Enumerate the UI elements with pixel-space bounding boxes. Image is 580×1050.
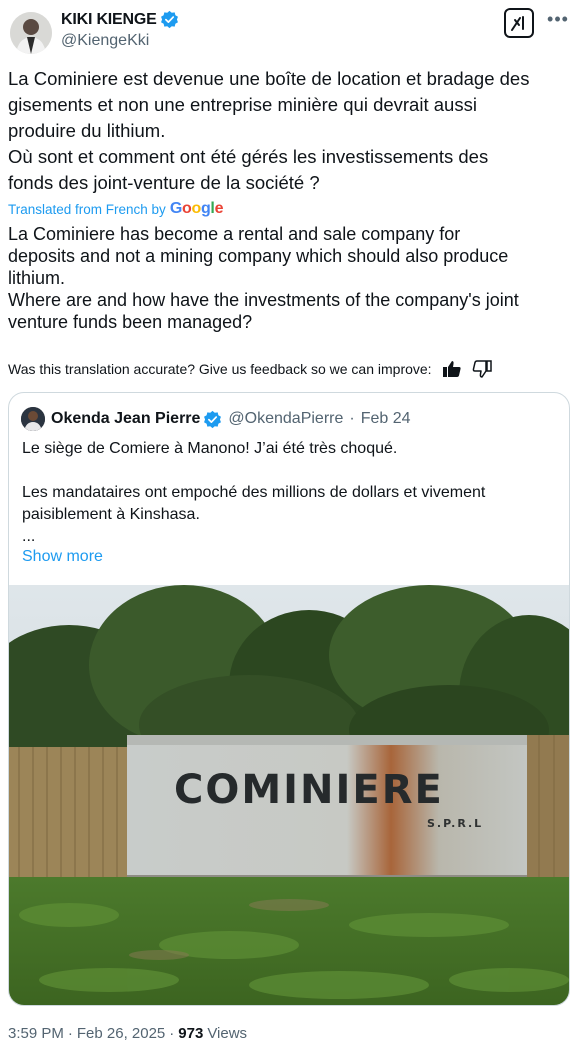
views-label: Views [207,1025,248,1042]
verified-badge-icon [160,10,178,29]
tweet-original-text: La Cominiere est devenue une boîte de lo… [8,68,530,193]
tweet-header: KIKI KIENGE @KiengeKki ••• [8,8,572,54]
tweet-time[interactable]: 3:59 PM [8,1025,64,1042]
quoted-tweet-text: Le siège de Comiere à Manono! J’ai été t… [22,440,486,545]
author-handle[interactable]: @KiengeKki [61,32,149,50]
quoted-author-name: Okenda Jean Pierre [51,410,201,427]
feedback-prompt: Was this translation accurate? Give us f… [8,361,432,377]
grok-button[interactable] [504,8,534,38]
author-avatar[interactable] [10,12,52,54]
more-options-button[interactable]: ••• [546,9,570,32]
translated-from-label: Translated from French by [8,201,166,217]
quoted-author-avatar [21,407,45,431]
quoted-tweet-photo[interactable]: COMINIERE S.P.R.L [9,585,569,1006]
translation-feedback: Was this translation accurate? Give us f… [8,360,492,378]
thumbs-up-icon[interactable] [442,360,462,378]
photo-sign-text: COMINIERE [174,767,444,813]
tweet-date[interactable]: Feb 26, 2025 [77,1025,165,1042]
tweet-translation-text: La Cominiere has become a rental and sal… [8,224,519,332]
author-name-row[interactable]: KIKI KIENGE [61,10,179,29]
show-more-link[interactable]: Show more [22,548,103,566]
translation-attribution[interactable]: Translated from French by Google [8,200,223,218]
quoted-avatar-image [21,407,45,431]
thumbs-down-icon[interactable] [472,360,492,378]
author-name[interactable]: KIKI KIENGE [61,11,157,29]
photo-sign-subtext: S.P.R.L [427,817,483,830]
footer-separator: · [67,1025,73,1042]
quoted-tweet[interactable]: Okenda Jean Pierre @OkendaPierre · Feb 2… [8,392,570,1006]
author-avatar-image [10,12,52,54]
google-logo: Google [169,200,224,217]
more-icon: ••• [547,9,569,29]
quoted-date: Feb 24 [360,410,411,427]
quoted-tweet-header: Okenda Jean Pierre @OkendaPierre · Feb 2… [21,407,411,431]
quoted-separator: · [349,410,355,427]
quoted-author-handle: @OkendaPierre [228,410,344,427]
views-count: 973 [178,1025,204,1042]
tweet-footer: 3:59 PM · Feb 26, 2025 · 973 Views [8,1025,247,1042]
footer-separator-2: · [169,1025,175,1042]
quoted-verified-badge-icon [204,410,222,428]
grok-icon [511,16,524,31]
